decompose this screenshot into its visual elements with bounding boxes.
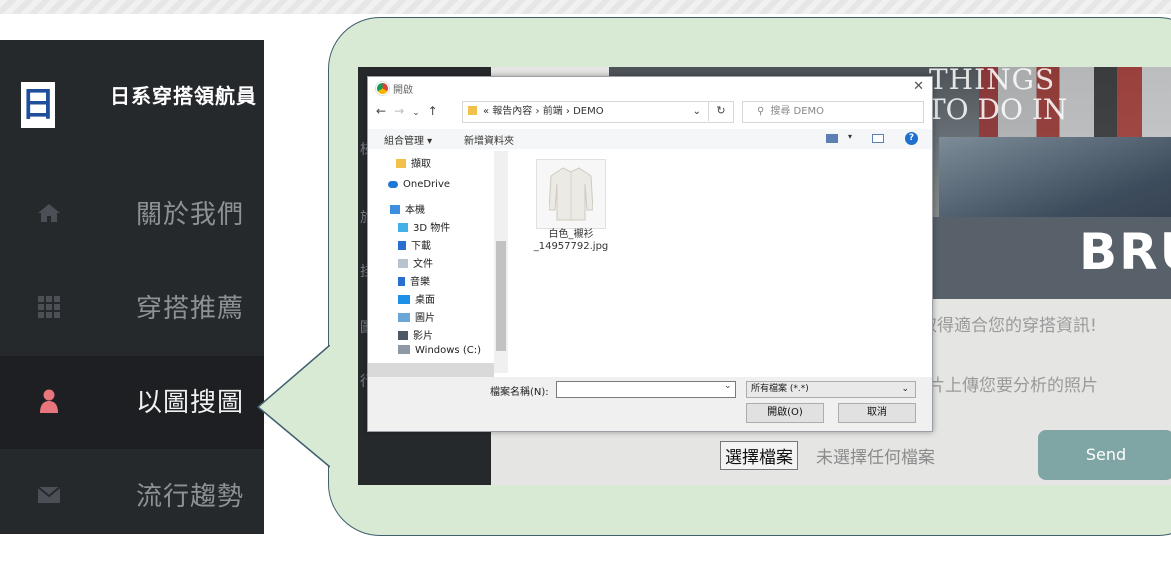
breadcrumb-separator: › bbox=[565, 106, 570, 117]
tree-item[interactable]: 3D 物件 bbox=[398, 219, 450, 234]
breadcrumb-item[interactable]: DEMO bbox=[573, 106, 604, 117]
envelope-icon bbox=[37, 486, 61, 503]
sidebar: 日 日系穿搭領航員 關於我們 穿搭推薦 以圖搜圖 流行趨勢 bbox=[0, 40, 264, 534]
file-status: 未選擇任何檔案 bbox=[816, 448, 935, 468]
back-arrow-icon[interactable]: ← bbox=[376, 104, 386, 118]
document-icon bbox=[398, 259, 408, 268]
grid-icon bbox=[38, 296, 60, 318]
view-options-icon[interactable] bbox=[826, 134, 838, 143]
callout-pointer bbox=[256, 345, 336, 470]
top-decorative-band bbox=[0, 0, 1171, 14]
hero-headline-1: THINGS bbox=[929, 67, 1056, 96]
folder-icon bbox=[396, 159, 406, 168]
sidebar-item-trends[interactable]: 流行趨勢 bbox=[0, 450, 264, 543]
tree-item[interactable]: 下載 bbox=[398, 237, 431, 252]
brand-title: 日系穿搭領航員 bbox=[110, 84, 257, 108]
hero-magazine-title: BRUTU bbox=[1079, 223, 1171, 281]
music-icon bbox=[398, 277, 405, 286]
download-icon bbox=[398, 241, 406, 250]
cancel-button[interactable]: 取消 bbox=[838, 403, 916, 423]
search-placeholder: 搜尋 DEMO bbox=[770, 106, 825, 117]
filename-label: 檔案名稱(N): bbox=[490, 387, 549, 398]
chevron-down-icon[interactable]: ⌄ bbox=[724, 381, 732, 391]
dialog-title: 開啟 bbox=[393, 85, 413, 96]
tree-item[interactable]: 音樂 bbox=[398, 273, 430, 288]
sidebar-item-image-search[interactable]: 以圖搜圖 bbox=[0, 356, 264, 449]
address-bar[interactable]: « 報告內容 › 前端 › DEMO ⌄ bbox=[462, 101, 734, 123]
file-type-select[interactable]: 所有檔案 (*.*) ⌄ bbox=[746, 381, 916, 398]
chevron-down-icon[interactable]: ⌄ bbox=[693, 102, 701, 122]
breadcrumb-item[interactable]: 報告內容 bbox=[492, 106, 532, 117]
tree-item[interactable]: Windows (C:) bbox=[398, 345, 481, 356]
file-name-line: _14957792.jpg bbox=[533, 241, 609, 252]
tree-item[interactable]: 圖片 bbox=[398, 309, 435, 324]
tree-item[interactable]: 本機 bbox=[390, 201, 425, 216]
tree-item[interactable]: 影片 bbox=[398, 327, 433, 342]
tree-item[interactable]: 擷取 bbox=[396, 155, 431, 170]
chevron-down-icon: ⌄ bbox=[901, 384, 909, 394]
dialog-nav-buttons: ← → ⌄ ↑ bbox=[376, 104, 446, 118]
file-type-value: 所有檔案 (*.*) bbox=[751, 384, 809, 394]
hero-headline-2: TO DO IN bbox=[927, 93, 1068, 126]
shirt-image bbox=[549, 167, 593, 221]
send-button[interactable]: Send bbox=[1038, 430, 1171, 480]
help-icon[interactable]: ? bbox=[905, 132, 918, 145]
sidebar-item-label: 穿搭推薦 bbox=[136, 294, 245, 324]
dialog-title-bar: 開啟 bbox=[376, 81, 413, 96]
cube-icon bbox=[398, 223, 408, 232]
desktop-icon bbox=[398, 295, 410, 304]
open-file-dialog: 開啟 ✕ ← → ⌄ ↑ « 報告內容 › 前端 › DEMO ⌄ ↻ ⚲ 搜尋 DEM… bbox=[367, 76, 933, 432]
sidebar-item-about[interactable]: 關於我們 bbox=[0, 168, 264, 261]
choose-file-button[interactable]: 選擇檔案 bbox=[720, 441, 798, 470]
search-box[interactable]: ⚲ 搜尋 DEMO bbox=[742, 101, 924, 123]
filename-input[interactable] bbox=[556, 381, 736, 398]
file-name[interactable]: 白色_襯衫 _14957792.jpg bbox=[528, 229, 614, 253]
picture-icon bbox=[398, 313, 410, 322]
tree-item[interactable]: 桌面 bbox=[398, 291, 435, 306]
tree-item[interactable]: 文件 bbox=[398, 255, 433, 270]
new-folder-button[interactable]: 新增資料夾 bbox=[464, 132, 514, 147]
organize-button[interactable]: 組合管理 ▾ bbox=[384, 132, 432, 147]
tree-scrollbar[interactable] bbox=[494, 151, 508, 373]
chevron-down-icon[interactable]: ⌄ bbox=[412, 108, 420, 118]
computer-icon bbox=[390, 205, 400, 214]
file-name-line: 白色_襯衫 bbox=[548, 229, 594, 240]
drive-icon bbox=[398, 345, 410, 354]
chevron-down-icon[interactable]: ▾ bbox=[848, 132, 852, 141]
sidebar-item-outfit[interactable]: 穿搭推薦 bbox=[0, 262, 264, 355]
folder-icon bbox=[468, 106, 477, 115]
close-icon[interactable]: ✕ bbox=[913, 79, 924, 94]
breadcrumb-separator: › bbox=[535, 106, 540, 117]
user-icon bbox=[40, 389, 58, 413]
up-arrow-icon[interactable]: ↑ bbox=[428, 104, 438, 118]
breadcrumb-item[interactable]: 前端 bbox=[543, 106, 563, 117]
navigation-tree: 擷取 OneDrive 本機 3D 物件 下載 文件 音樂 桌面 圖片 影片 W… bbox=[368, 151, 494, 381]
cloud-icon bbox=[388, 181, 398, 188]
sidebar-item-label: 以圖搜圖 bbox=[136, 388, 245, 418]
tree-item[interactable]: OneDrive bbox=[388, 179, 450, 190]
refresh-icon[interactable]: ↻ bbox=[708, 101, 733, 121]
search-icon: ⚲ bbox=[757, 106, 765, 117]
app-caption: 片上傳您要分析的照片 bbox=[928, 376, 1098, 396]
file-thumbnail[interactable] bbox=[536, 159, 606, 229]
dialog-toolbar: 組合管理 ▾ 新增資料夾 ▾ ? bbox=[368, 129, 932, 149]
path-prefix: « bbox=[483, 106, 490, 117]
sidebar-item-label: 流行趨勢 bbox=[136, 482, 245, 512]
video-icon bbox=[398, 331, 408, 340]
app-caption: 取得適合您的穿搭資訊! bbox=[920, 316, 1097, 336]
open-button[interactable]: 開啟(O) bbox=[746, 403, 824, 423]
forward-arrow-icon[interactable]: → bbox=[394, 104, 404, 118]
sidebar-item-label: 關於我們 bbox=[136, 200, 245, 230]
preview-pane-icon[interactable] bbox=[872, 134, 884, 143]
home-icon bbox=[38, 204, 60, 222]
chrome-icon bbox=[376, 82, 389, 95]
scrollbar-thumb[interactable] bbox=[496, 241, 506, 351]
logo[interactable]: 日 bbox=[21, 82, 55, 128]
